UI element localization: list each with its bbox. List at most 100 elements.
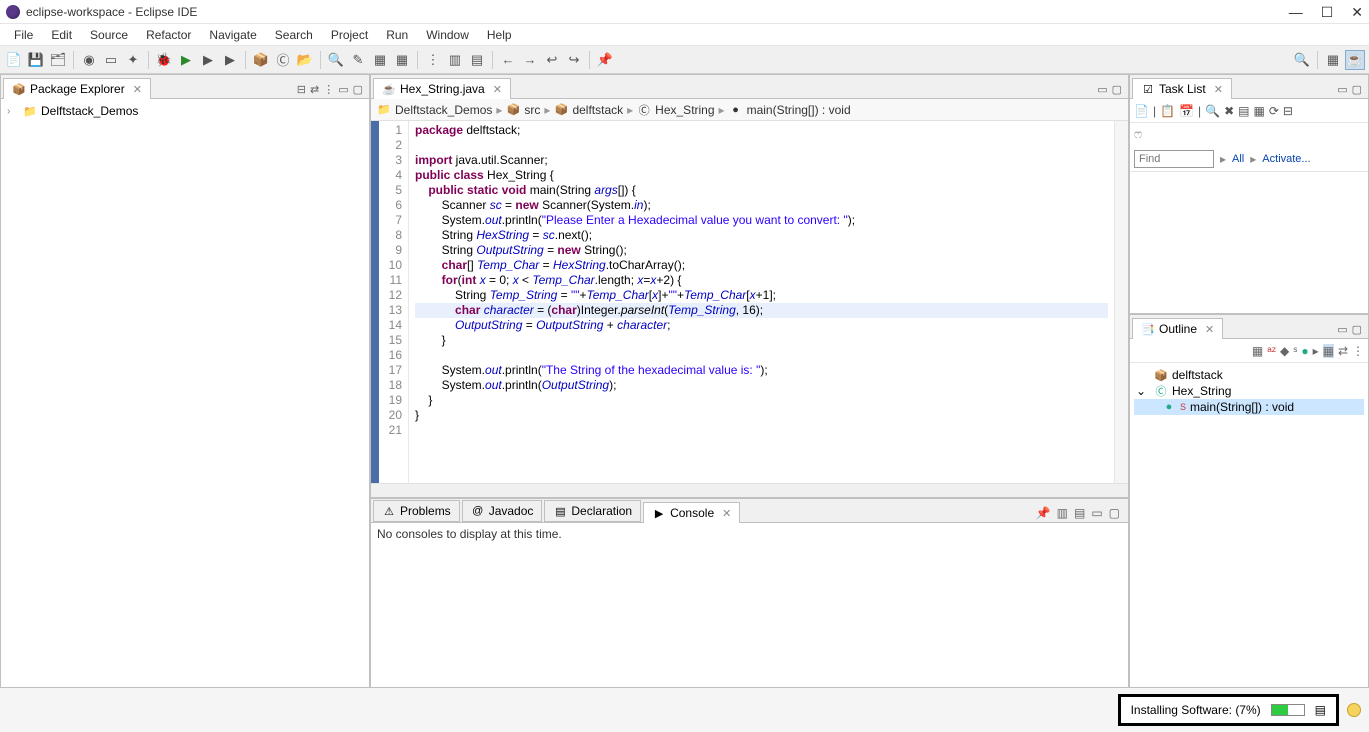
- close-button[interactable]: ✕: [1351, 5, 1363, 19]
- expand-icon[interactable]: ›: [7, 106, 19, 117]
- package-explorer-tab[interactable]: 📦 Package Explorer ✕: [3, 78, 151, 99]
- tool-button-5[interactable]: ▥: [445, 50, 465, 70]
- tab-declaration[interactable]: ▤Declaration: [544, 500, 641, 522]
- run-button[interactable]: ▶: [176, 50, 196, 70]
- collapse-icon[interactable]: ⌄: [1136, 384, 1150, 398]
- toggle-button[interactable]: ▭: [101, 50, 121, 70]
- menu-file[interactable]: File: [6, 26, 41, 44]
- activate-link[interactable]: Activate...: [1262, 153, 1310, 165]
- breadcrumb-item[interactable]: Delftstack_Demos: [395, 103, 492, 117]
- code-area[interactable]: package delftstack;import java.util.Scan…: [409, 121, 1114, 483]
- minimize-view-button[interactable]: ▭: [338, 83, 348, 96]
- tab-problems[interactable]: ⚠Problems: [373, 500, 460, 522]
- skip-breakpoints-button[interactable]: ◉: [79, 50, 99, 70]
- outline-class-item[interactable]: ⌄ Ⓒ Hex_String: [1134, 383, 1364, 399]
- maximize-view-button[interactable]: ▢: [1352, 323, 1362, 336]
- hide-fields-button[interactable]: ◆: [1280, 344, 1289, 358]
- search-button[interactable]: 🔍: [326, 50, 346, 70]
- quick-access-button[interactable]: 🔍: [1292, 50, 1312, 70]
- menu-project[interactable]: Project: [323, 26, 376, 44]
- tool-button[interactable]: ✦: [123, 50, 143, 70]
- minimize-button[interactable]: —: [1289, 5, 1303, 19]
- tool-button-3[interactable]: ▦: [392, 50, 412, 70]
- java-perspective-button[interactable]: ☕: [1345, 50, 1365, 70]
- sort-button[interactable]: ᵃᶻ: [1267, 344, 1276, 358]
- horizontal-scrollbar[interactable]: [371, 483, 1128, 497]
- open-perspective-button[interactable]: ▦: [1323, 50, 1343, 70]
- all-link[interactable]: All: [1232, 153, 1244, 165]
- wand-button[interactable]: ✎: [348, 50, 368, 70]
- open-type-button[interactable]: 📂: [295, 50, 315, 70]
- tool-button-4[interactable]: ⋮: [423, 50, 443, 70]
- coverage-button[interactable]: ▶: [198, 50, 218, 70]
- forward-button[interactable]: →: [520, 50, 540, 70]
- menu-edit[interactable]: Edit: [43, 26, 80, 44]
- schedule-button[interactable]: 📅: [1179, 104, 1194, 118]
- minimize-view-button[interactable]: ▭: [1337, 83, 1347, 96]
- maximize-button[interactable]: ☐: [1321, 5, 1334, 19]
- debug-button[interactable]: 🐞: [154, 50, 174, 70]
- menu-help[interactable]: Help: [479, 26, 520, 44]
- editor-tab[interactable]: ☕ Hex_String.java ✕: [373, 78, 511, 99]
- progress-view-icon[interactable]: ▤: [1315, 703, 1326, 717]
- menu-window[interactable]: Window: [418, 26, 477, 44]
- nav-button-2[interactable]: ↪: [564, 50, 584, 70]
- tool-button[interactable]: ▤: [1238, 104, 1249, 118]
- tool-button[interactable]: ▦: [1323, 344, 1334, 358]
- console-display-button[interactable]: ▥: [1057, 506, 1068, 520]
- maximize-view-button[interactable]: ▢: [1109, 506, 1120, 520]
- sync-button[interactable]: ⟳: [1269, 104, 1279, 118]
- close-icon[interactable]: ✕: [1214, 83, 1223, 96]
- new-task-button[interactable]: 📄: [1134, 104, 1149, 118]
- hide-nonpublic-button[interactable]: ●: [1301, 344, 1308, 358]
- outline-tree[interactable]: 📦 delftstack ⌄ Ⓒ Hex_String ● S main(Str…: [1130, 363, 1368, 419]
- overview-ruler[interactable]: [1114, 121, 1128, 483]
- new-class-button[interactable]: Ⓒ: [273, 50, 293, 70]
- minimize-view-button[interactable]: ▭: [1337, 323, 1347, 336]
- minimize-view-button[interactable]: ▭: [1097, 83, 1107, 96]
- status-progress-box[interactable]: Installing Software: (7%) ▤: [1118, 694, 1339, 726]
- close-icon[interactable]: ✕: [722, 507, 731, 520]
- nav-button[interactable]: ↩: [542, 50, 562, 70]
- menu-navigate[interactable]: Navigate: [201, 26, 264, 44]
- tab-console[interactable]: ▶Console✕: [643, 502, 740, 523]
- menu-run[interactable]: Run: [378, 26, 416, 44]
- link-editor-button[interactable]: ⇄: [310, 83, 319, 96]
- maximize-view-button[interactable]: ▢: [353, 83, 363, 96]
- hide-static-button[interactable]: ˢ: [1293, 344, 1297, 358]
- console-open-button[interactable]: ▤: [1074, 506, 1085, 520]
- console-pin-button[interactable]: 📌: [1036, 506, 1051, 520]
- new-package-button[interactable]: 📦: [251, 50, 271, 70]
- focus-button[interactable]: 🔍: [1205, 104, 1220, 118]
- link-button[interactable]: ⇄: [1338, 344, 1348, 358]
- close-icon[interactable]: ✕: [493, 83, 502, 96]
- outline-package-item[interactable]: 📦 delftstack: [1134, 367, 1364, 383]
- save-all-button[interactable]: 🗂: [48, 50, 68, 70]
- maximize-view-button[interactable]: ▢: [1112, 83, 1122, 96]
- tab-javadoc[interactable]: @Javadoc: [462, 500, 543, 522]
- collapse-button[interactable]: ⊟: [1283, 104, 1293, 118]
- pin-button[interactable]: 📌: [595, 50, 615, 70]
- close-icon[interactable]: ✕: [1205, 323, 1214, 336]
- breadcrumb-item[interactable]: Hex_String: [655, 103, 714, 117]
- minimize-view-button[interactable]: ▭: [1091, 506, 1102, 520]
- tip-bulb-icon[interactable]: [1347, 703, 1361, 717]
- view-menu-button[interactable]: ⋮: [1352, 344, 1364, 358]
- breadcrumb-item[interactable]: main(String[]) : void: [747, 103, 851, 117]
- back-button[interactable]: ←: [498, 50, 518, 70]
- menu-refactor[interactable]: Refactor: [138, 26, 199, 44]
- code-editor[interactable]: 123456789101112131415161718192021 packag…: [371, 121, 1128, 483]
- tree-project-item[interactable]: › 📁 Delftstack_Demos: [5, 103, 365, 119]
- menu-search[interactable]: Search: [267, 26, 321, 44]
- external-tools-button[interactable]: ▶: [220, 50, 240, 70]
- outline-tab[interactable]: 📑 Outline ✕: [1132, 318, 1223, 339]
- close-icon[interactable]: ✕: [133, 83, 142, 96]
- tool-button[interactable]: ▦: [1253, 104, 1264, 118]
- breadcrumb-item[interactable]: delftstack: [572, 103, 623, 117]
- tool-button-6[interactable]: ▤: [467, 50, 487, 70]
- package-tree[interactable]: › 📁 Delftstack_Demos: [1, 99, 369, 123]
- task-list-tab[interactable]: ☑ Task List ✕: [1132, 78, 1232, 99]
- breadcrumb[interactable]: 📁Delftstack_Demos▸📦src▸📦delftstack▸ⒸHex_…: [371, 99, 1128, 121]
- menu-source[interactable]: Source: [82, 26, 136, 44]
- outline-method-item[interactable]: ● S main(String[]) : void: [1134, 399, 1364, 415]
